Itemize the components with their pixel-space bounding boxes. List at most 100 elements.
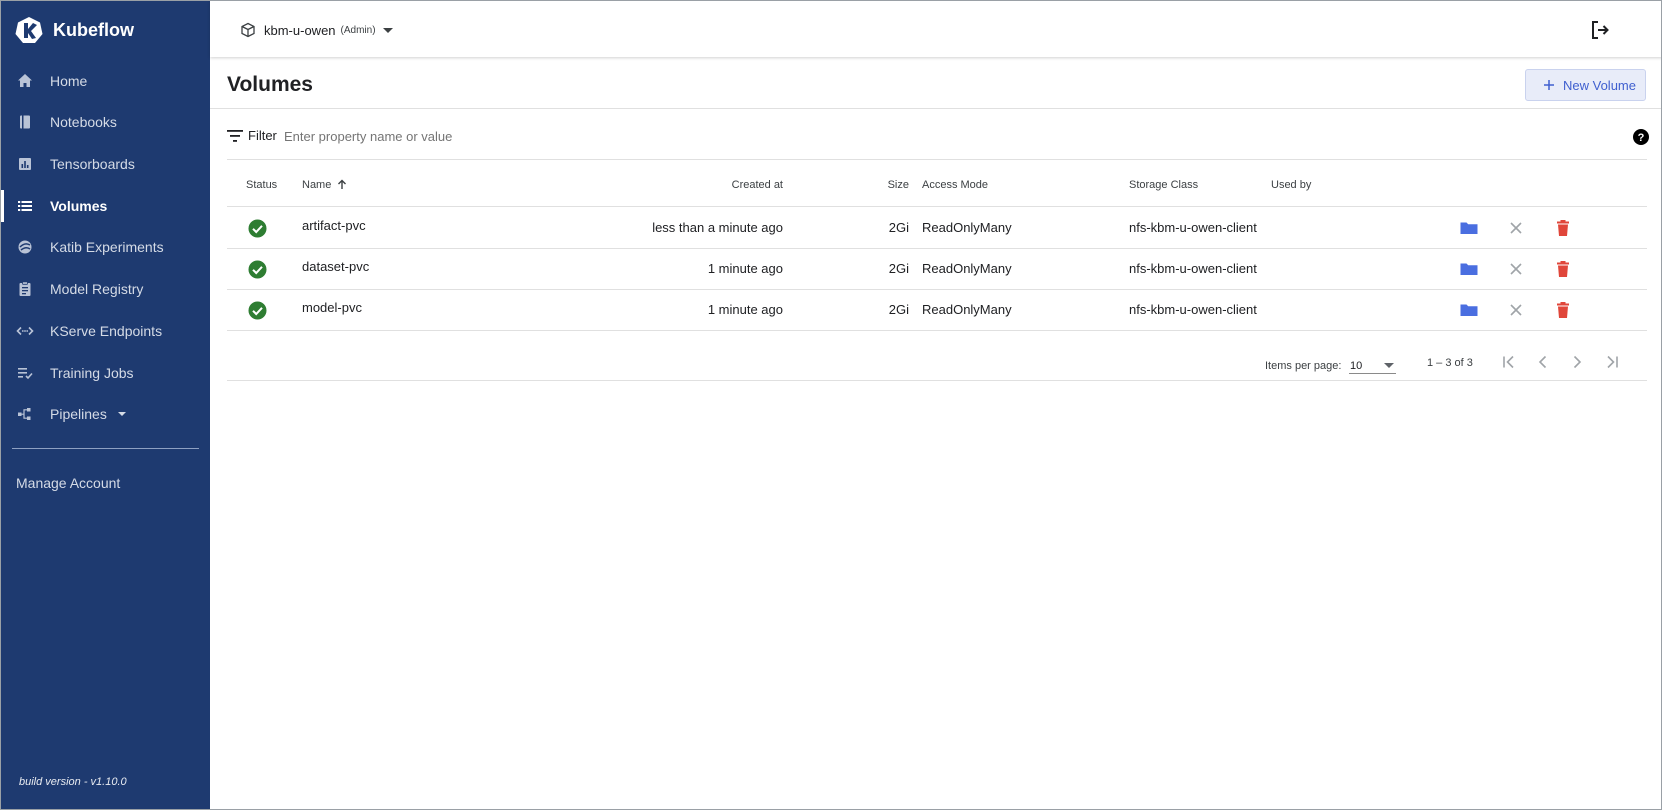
access-mode: ReadOnlyMany xyxy=(922,220,1012,235)
list-icon xyxy=(18,201,32,211)
created-at: less than a minute ago xyxy=(652,220,783,235)
sidebar-item-katib-experiments[interactable]: Katib Experiments xyxy=(1,229,210,265)
book-icon xyxy=(20,115,30,129)
brand[interactable]: Kubeflow xyxy=(15,15,134,45)
arrow-up-icon xyxy=(338,179,347,189)
folder-icon[interactable] xyxy=(1459,259,1479,279)
paginator: Items per page: 10 1 – 3 of 3 xyxy=(227,337,1647,381)
sidebar-divider xyxy=(12,448,199,449)
volume-size: 2Gi xyxy=(888,220,909,235)
sidebar-item-label: Training Jobs xyxy=(50,365,134,381)
filter-input[interactable] xyxy=(284,124,784,148)
folder-icon[interactable] xyxy=(1459,300,1479,320)
volume-name: dataset-pvc xyxy=(302,259,370,274)
sidebar-item-kserve-endpoints[interactable]: KServe Endpoints xyxy=(1,313,210,349)
filter-label: Filter xyxy=(248,128,277,143)
logout-icon[interactable] xyxy=(1588,18,1612,42)
created-at: 1 minute ago xyxy=(707,302,783,317)
sidebar-item-label: Volumes xyxy=(50,198,108,214)
check-circle-icon xyxy=(248,219,267,238)
check-circle-icon xyxy=(248,301,267,320)
storage-class: nfs-kbm-u-owen-client xyxy=(1129,220,1257,235)
sidebar-item-tensorboards[interactable]: Tensorboards xyxy=(1,146,210,182)
sidebar-item-volumes[interactable]: Volumes xyxy=(1,188,210,224)
folder-icon[interactable] xyxy=(1459,218,1479,238)
close-icon[interactable] xyxy=(1506,300,1526,320)
app-name: Kubeflow xyxy=(53,19,134,40)
table-row: model-pvc 1 minute ago 2Gi ReadOnlyMany nfs-… xyxy=(227,289,1647,331)
chevron-down-icon xyxy=(1384,363,1394,368)
volume-name: artifact-pvc xyxy=(302,218,366,233)
cube-icon xyxy=(241,22,255,38)
sidebar-item-home[interactable]: Home xyxy=(1,63,210,99)
checklist-icon xyxy=(18,368,33,380)
sidebar-item-label: Pipelines xyxy=(50,406,107,422)
items-per-page-value: 10 xyxy=(1350,360,1363,372)
items-per-page-label: Items per page: xyxy=(1265,360,1342,372)
namespace-selector[interactable]: kbm-u-owen (Admin) xyxy=(240,20,393,40)
main-content: Volumes New Volume Filter ? Status Name … xyxy=(210,57,1661,809)
top-bar: kbm-u-owen (Admin) xyxy=(210,1,1661,57)
table-header: Status Name Created at Size Access Mode … xyxy=(227,159,1647,207)
access-mode: ReadOnlyMany xyxy=(922,261,1012,276)
table-row: dataset-pvc 1 minute ago 2Gi ReadOnlyMany nf… xyxy=(227,248,1647,290)
last-page-icon[interactable] xyxy=(1602,352,1622,372)
namespace-role: (Admin) xyxy=(340,24,376,36)
previous-page-icon[interactable] xyxy=(1533,352,1553,372)
sidebar-item-label: KServe Endpoints xyxy=(50,323,163,339)
filter-icon xyxy=(227,130,243,142)
sidebar-item-training-jobs[interactable]: Training Jobs xyxy=(1,355,210,391)
access-mode: ReadOnlyMany xyxy=(922,302,1012,317)
title-divider xyxy=(210,108,1661,109)
new-volume-button[interactable]: New Volume xyxy=(1525,69,1646,101)
close-icon[interactable] xyxy=(1506,218,1526,238)
sidebar-item-notebooks[interactable]: Notebooks xyxy=(1,104,210,140)
home-icon xyxy=(18,74,32,87)
column-header-name[interactable]: Name xyxy=(302,179,347,191)
first-page-icon[interactable] xyxy=(1499,352,1519,372)
volume-name: model-pvc xyxy=(302,300,362,315)
plus-icon xyxy=(1544,80,1554,90)
pipeline-icon xyxy=(18,408,31,420)
chevron-down-icon xyxy=(382,27,393,33)
delete-icon[interactable] xyxy=(1553,218,1573,238)
help-icon[interactable]: ? xyxy=(1632,128,1650,146)
created-at: 1 minute ago xyxy=(707,261,783,276)
sidebar-item-label: Model Registry xyxy=(50,281,144,297)
delete-icon[interactable] xyxy=(1553,259,1573,279)
column-header-size[interactable]: Size xyxy=(847,179,909,191)
column-header-name-label: Name xyxy=(302,179,332,191)
sidebar-item-pipelines[interactable]: Pipelines xyxy=(1,396,210,432)
manage-account-link[interactable]: Manage Account xyxy=(16,475,120,491)
column-header-storage-class[interactable]: Storage Class xyxy=(1129,179,1198,191)
bar-chart-icon xyxy=(19,158,31,170)
app-window: Kubeflow Home Notebooks Tensorboards Vol… xyxy=(0,0,1662,810)
build-version: build version - v1.10.0 xyxy=(19,776,127,788)
filter-bar: Filter ? xyxy=(227,119,1650,155)
table-row: artifact-pvc less than a minute ago 2Gi Rea… xyxy=(227,207,1647,249)
sidebar-item-label: Tensorboards xyxy=(50,156,135,172)
volume-size: 2Gi xyxy=(888,302,909,317)
next-page-icon[interactable] xyxy=(1567,352,1587,372)
sidebar: Kubeflow Home Notebooks Tensorboards Vol… xyxy=(1,1,210,809)
svg-text:?: ? xyxy=(1638,132,1645,144)
close-icon[interactable] xyxy=(1506,259,1526,279)
sidebar-item-model-registry[interactable]: Model Registry xyxy=(1,271,210,307)
delete-icon[interactable] xyxy=(1553,300,1573,320)
column-header-access-mode[interactable]: Access Mode xyxy=(922,179,988,191)
namespace-name: kbm-u-owen xyxy=(264,22,336,38)
chevron-down-icon xyxy=(118,412,126,416)
volume-size: 2Gi xyxy=(888,261,909,276)
storage-class: nfs-kbm-u-owen-client xyxy=(1129,261,1257,276)
sidebar-item-label: Notebooks xyxy=(50,114,117,130)
page-range-label: 1 – 3 of 3 xyxy=(1427,357,1473,369)
kubeflow-logo-icon xyxy=(15,17,43,43)
code-arrows-icon xyxy=(16,326,34,336)
items-per-page-select[interactable]: 10 xyxy=(1349,352,1396,374)
column-header-created[interactable]: Created at xyxy=(673,179,783,191)
column-header-status: Status xyxy=(246,179,278,191)
sidebar-item-label: Home xyxy=(50,73,88,89)
katib-icon xyxy=(18,240,32,254)
storage-class: nfs-kbm-u-owen-client xyxy=(1129,302,1257,317)
clipboard-icon xyxy=(19,281,31,296)
